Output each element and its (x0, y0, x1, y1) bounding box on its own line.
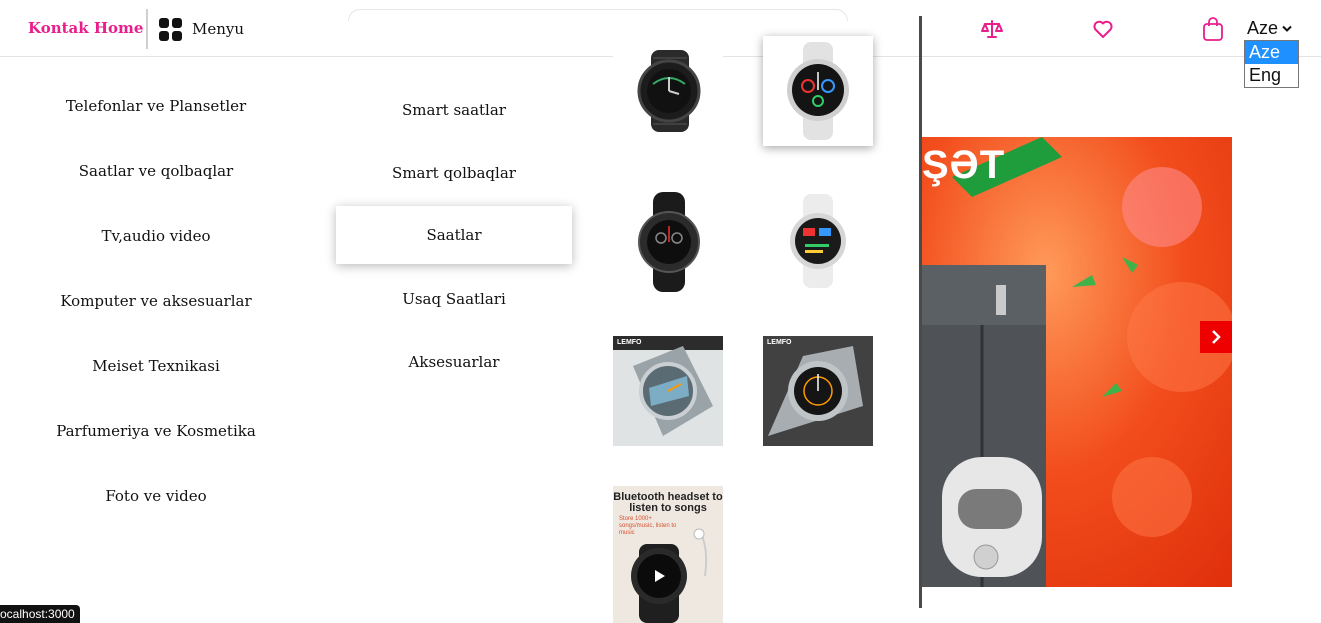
language-dropdown: Aze Eng (1244, 40, 1299, 88)
product-promo-title: Bluetooth headset to listen to songs (613, 491, 723, 514)
product-image[interactable] (613, 186, 723, 296)
category-item[interactable]: Parfumeriya ve Kosmetika (0, 398, 312, 463)
product-image[interactable] (763, 186, 873, 296)
language-select[interactable]: Aze (1247, 18, 1292, 39)
chevron-right-icon (1212, 330, 1221, 344)
banner-text: ŞƏT (922, 143, 1006, 187)
compare-scale-icon[interactable] (980, 17, 1004, 41)
language-selected: Aze (1247, 18, 1279, 38)
subcategory-list: Smart saatlar Smart qolbaqlar Saatlar Us… (336, 78, 572, 393)
shopping-bag-icon[interactable] (1201, 16, 1225, 41)
menu-button[interactable]: Menyu (159, 16, 244, 42)
product-image[interactable]: LEMFO (763, 336, 873, 446)
status-bar: ocalhost:3000 (0, 605, 80, 623)
category-list: Telefonlar ve Plansetler Saatlar ve qolb… (0, 73, 312, 528)
subcategory-item[interactable]: Smart qolbaqlar (336, 141, 572, 204)
product-image[interactable] (613, 36, 723, 146)
hero-banner[interactable]: ŞƏT (922, 137, 1232, 587)
category-item[interactable]: Foto ve video (0, 463, 312, 528)
subcategory-item[interactable]: Usaq Saatlari (336, 267, 572, 330)
subcategory-item-active[interactable]: Saatlar (336, 206, 572, 264)
product-promo-sub: Store 1000+ songs/music, listen to music (619, 516, 677, 536)
product-image[interactable]: Bluetooth headset to listen to songs Sto… (613, 486, 723, 623)
language-option-aze[interactable]: Aze (1245, 41, 1298, 64)
grid-icon (159, 17, 182, 41)
product-image[interactable] (763, 36, 873, 146)
category-item[interactable]: Komputer ve aksesuarlar (0, 268, 312, 333)
product-brand: LEMFO (617, 339, 642, 346)
search-bar[interactable] (348, 9, 848, 21)
menu-label: Menyu (192, 20, 245, 38)
product-brand: LEMFO (767, 339, 792, 346)
category-item[interactable]: Tv,audio video (0, 203, 312, 268)
header-divider (146, 9, 148, 49)
category-item[interactable]: Telefonlar ve Plansetler (0, 73, 312, 138)
logo[interactable]: Kontak Home (28, 19, 143, 37)
slider-next-button[interactable] (1200, 321, 1232, 353)
chevron-down-icon (1282, 25, 1292, 32)
heart-icon[interactable] (1091, 17, 1115, 41)
language-option-eng[interactable]: Eng (1245, 64, 1298, 87)
subcategory-item[interactable]: Aksesuarlar (336, 330, 572, 393)
product-image[interactable]: LEMFO (613, 336, 723, 446)
subcategory-item[interactable]: Smart saatlar (336, 78, 572, 141)
category-item[interactable]: Saatlar ve qolbaqlar (0, 138, 312, 203)
category-item[interactable]: Meiset Texnikasi (0, 333, 312, 398)
